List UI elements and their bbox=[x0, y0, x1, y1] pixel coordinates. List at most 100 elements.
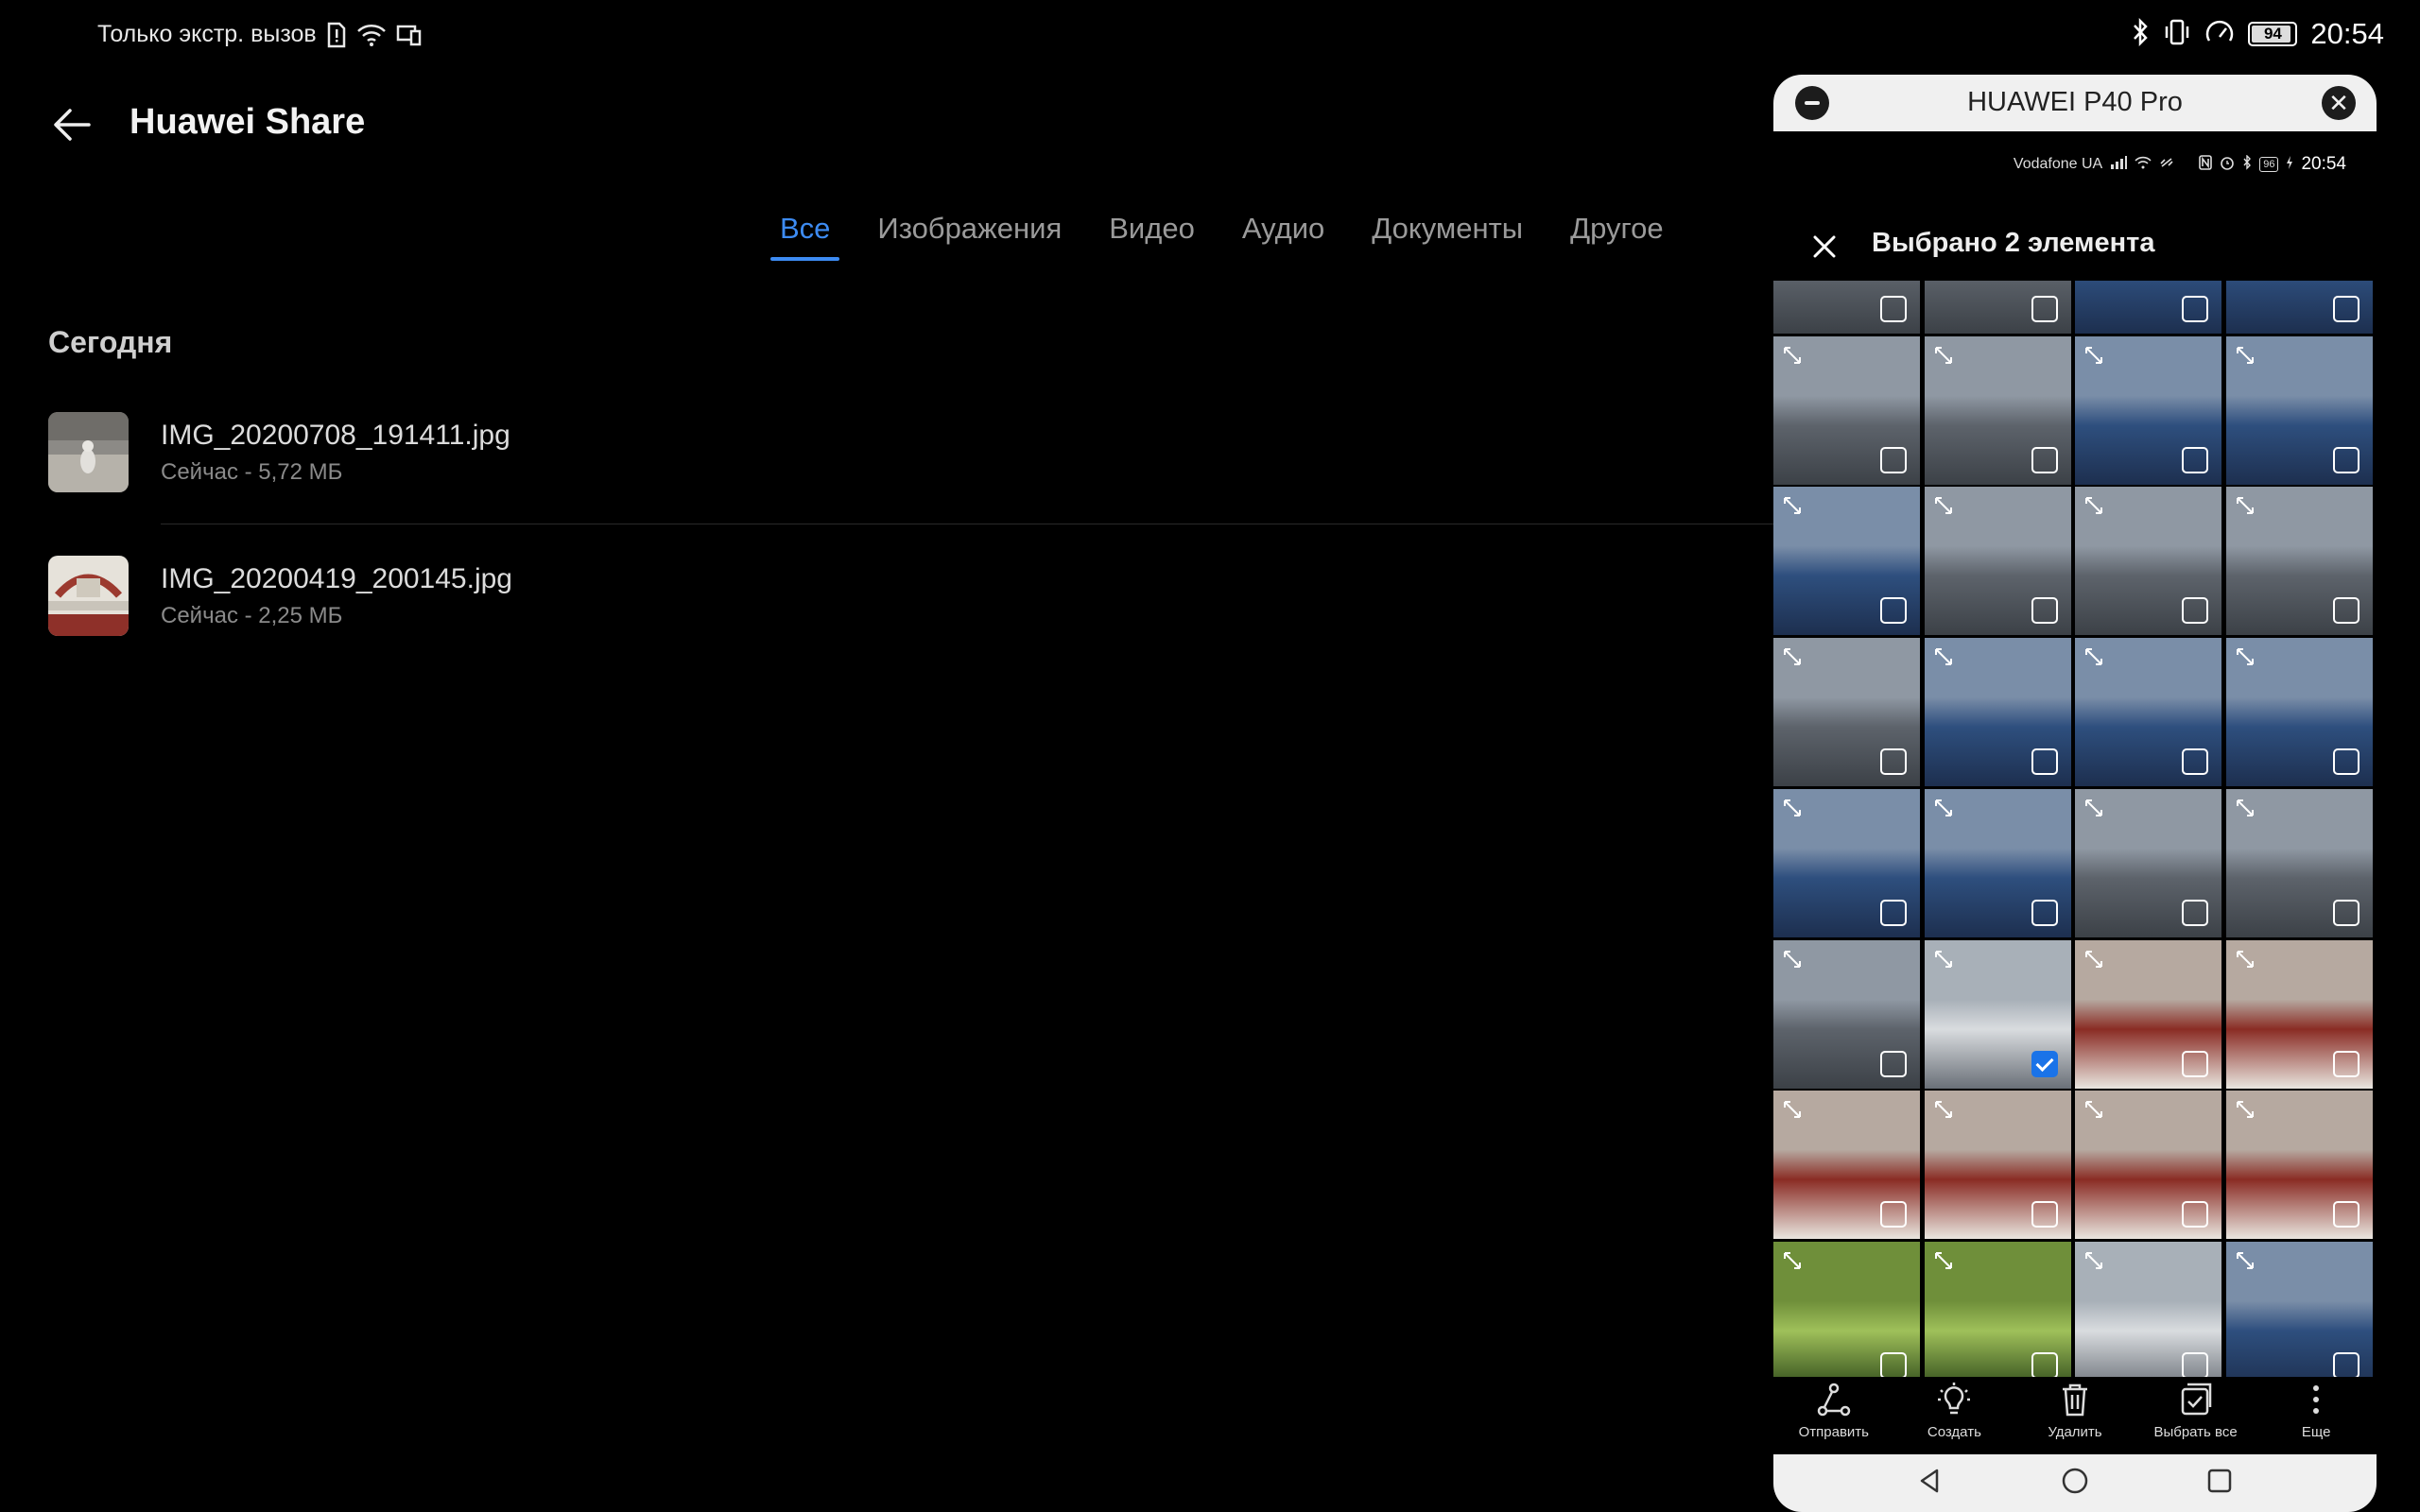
photo-thumbnail[interactable] bbox=[1924, 1242, 2071, 1391]
selection-checkbox[interactable] bbox=[2031, 1352, 2058, 1380]
expand-icon[interactable] bbox=[1932, 494, 1955, 517]
close-projection-button[interactable]: ✕ bbox=[2322, 86, 2356, 120]
expand-icon[interactable] bbox=[2234, 1098, 2256, 1121]
photo-thumbnail[interactable] bbox=[1924, 939, 2071, 1089]
selection-checkbox[interactable] bbox=[2333, 899, 2360, 926]
tab-documents[interactable]: Документы bbox=[1348, 206, 1547, 261]
photo-thumbnail[interactable] bbox=[1773, 487, 1920, 636]
photo-thumbnail[interactable] bbox=[1773, 281, 1920, 334]
expand-icon[interactable] bbox=[1781, 1249, 1804, 1272]
expand-icon[interactable] bbox=[2234, 494, 2256, 517]
selection-checkbox[interactable] bbox=[1880, 295, 1907, 322]
photo-thumbnail[interactable] bbox=[2226, 788, 2374, 937]
photo-thumbnail[interactable] bbox=[2226, 487, 2374, 636]
selection-checkbox[interactable] bbox=[2333, 295, 2360, 322]
photo-thumbnail[interactable] bbox=[1924, 638, 2071, 787]
nav-recents-button[interactable] bbox=[2205, 1467, 2234, 1500]
selection-checkbox[interactable] bbox=[2333, 1201, 2360, 1228]
selection-checkbox[interactable] bbox=[1880, 1050, 1907, 1077]
tab-all[interactable]: Все bbox=[756, 206, 854, 261]
photo-thumbnail[interactable] bbox=[2075, 939, 2222, 1089]
selection-checkbox[interactable] bbox=[2333, 748, 2360, 776]
photo-thumbnail[interactable] bbox=[1924, 281, 2071, 334]
tab-images[interactable]: Изображения bbox=[854, 206, 1085, 261]
photo-thumbnail[interactable] bbox=[1773, 638, 1920, 787]
selection-checkbox[interactable] bbox=[1880, 446, 1907, 473]
expand-icon[interactable] bbox=[2083, 948, 2105, 971]
expand-icon[interactable] bbox=[1932, 948, 1955, 971]
expand-icon[interactable] bbox=[2083, 797, 2105, 819]
expand-icon[interactable] bbox=[2234, 948, 2256, 971]
expand-icon[interactable] bbox=[1932, 344, 1955, 367]
photo-thumbnail[interactable] bbox=[2075, 1091, 2222, 1240]
photo-thumbnail[interactable] bbox=[2075, 638, 2222, 787]
expand-icon[interactable] bbox=[1932, 1249, 1955, 1272]
photo-thumbnail[interactable] bbox=[2226, 1242, 2374, 1391]
selection-checkbox[interactable] bbox=[2031, 597, 2058, 625]
photo-thumbnail[interactable] bbox=[1773, 335, 1920, 485]
expand-icon[interactable] bbox=[2083, 1249, 2105, 1272]
photo-thumbnail[interactable] bbox=[1924, 487, 2071, 636]
selection-checkbox[interactable] bbox=[2333, 1352, 2360, 1380]
selection-checkbox[interactable] bbox=[2182, 1352, 2209, 1380]
expand-icon[interactable] bbox=[2083, 1098, 2105, 1121]
photo-thumbnail[interactable] bbox=[1773, 1091, 1920, 1240]
selection-checkbox[interactable] bbox=[2031, 446, 2058, 473]
selection-checkbox[interactable] bbox=[2182, 295, 2209, 322]
photo-thumbnail[interactable] bbox=[2075, 281, 2222, 334]
expand-icon[interactable] bbox=[1781, 948, 1804, 971]
create-button[interactable]: Создать bbox=[1894, 1377, 2015, 1462]
selection-checkbox[interactable] bbox=[1880, 1201, 1907, 1228]
expand-icon[interactable] bbox=[2234, 1249, 2256, 1272]
selection-checkbox[interactable] bbox=[2031, 295, 2058, 322]
select-all-button[interactable]: Выбрать все bbox=[2135, 1377, 2256, 1462]
photo-thumbnail[interactable] bbox=[2226, 281, 2374, 334]
selection-checkbox[interactable] bbox=[2333, 597, 2360, 625]
selection-checkbox[interactable] bbox=[2031, 748, 2058, 776]
photo-thumbnail[interactable] bbox=[2075, 335, 2222, 485]
expand-icon[interactable] bbox=[1781, 344, 1804, 367]
cancel-selection-button[interactable] bbox=[1806, 228, 1843, 266]
selection-checkbox[interactable] bbox=[2182, 597, 2209, 625]
selection-checkbox[interactable] bbox=[1880, 899, 1907, 926]
photo-thumbnail[interactable] bbox=[1924, 788, 2071, 937]
expand-icon[interactable] bbox=[2234, 645, 2256, 668]
selection-checkbox[interactable] bbox=[2333, 1050, 2360, 1077]
nav-back-button[interactable] bbox=[1916, 1467, 1945, 1500]
tab-video[interactable]: Видео bbox=[1085, 206, 1219, 261]
expand-icon[interactable] bbox=[2234, 344, 2256, 367]
expand-icon[interactable] bbox=[1932, 1098, 1955, 1121]
expand-icon[interactable] bbox=[1781, 645, 1804, 668]
photo-thumbnail[interactable] bbox=[1924, 335, 2071, 485]
nav-home-button[interactable] bbox=[2061, 1467, 2089, 1500]
expand-icon[interactable] bbox=[1781, 1098, 1804, 1121]
tab-audio[interactable]: Аудио bbox=[1219, 206, 1348, 261]
back-button[interactable] bbox=[47, 99, 98, 150]
photo-thumbnail[interactable] bbox=[2075, 1242, 2222, 1391]
expand-icon[interactable] bbox=[2083, 494, 2105, 517]
selection-checkbox[interactable] bbox=[2182, 446, 2209, 473]
photo-thumbnail[interactable] bbox=[2226, 638, 2374, 787]
photo-thumbnail[interactable] bbox=[1924, 1091, 2071, 1240]
selection-checkbox[interactable] bbox=[2182, 1050, 2209, 1077]
photo-thumbnail[interactable] bbox=[2226, 1091, 2374, 1240]
photo-thumbnail[interactable] bbox=[2226, 939, 2374, 1089]
photo-thumbnail[interactable] bbox=[1773, 939, 1920, 1089]
photo-thumbnail[interactable] bbox=[2075, 788, 2222, 937]
expand-icon[interactable] bbox=[2234, 797, 2256, 819]
selection-checkbox[interactable] bbox=[2031, 1201, 2058, 1228]
expand-icon[interactable] bbox=[2083, 645, 2105, 668]
selection-checkbox[interactable] bbox=[2182, 899, 2209, 926]
photo-thumbnail[interactable] bbox=[2226, 335, 2374, 485]
send-button[interactable]: Отправить bbox=[1773, 1377, 1894, 1462]
photo-thumbnail[interactable] bbox=[1773, 1242, 1920, 1391]
expand-icon[interactable] bbox=[1932, 645, 1955, 668]
selection-checkbox[interactable] bbox=[2031, 899, 2058, 926]
tab-other[interactable]: Другое bbox=[1547, 206, 1687, 261]
selection-checkbox[interactable] bbox=[2031, 1050, 2058, 1077]
projection-titlebar[interactable]: HUAWEI P40 Pro ✕ bbox=[1773, 75, 2377, 131]
file-list-item[interactable]: IMG_20200708_191411.jpg Сейчас - 5,72 МБ bbox=[48, 412, 1773, 544]
expand-icon[interactable] bbox=[1932, 797, 1955, 819]
delete-button[interactable]: Удалить bbox=[2014, 1377, 2135, 1462]
file-list-item[interactable]: IMG_20200419_200145.jpg Сейчас - 2,25 МБ bbox=[48, 556, 1773, 688]
